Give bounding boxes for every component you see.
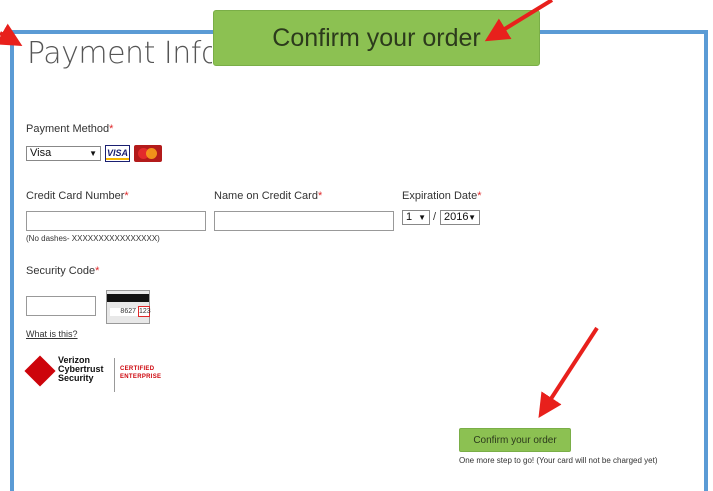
expiration-year-value: 2016 [444, 211, 469, 223]
dropdown-arrow-icon: ▼ [468, 213, 476, 222]
required-mark: * [477, 190, 482, 202]
dropdown-arrow-icon: ▼ [89, 149, 97, 158]
required-mark: * [95, 265, 100, 277]
frame-right [704, 30, 708, 491]
frame-top-left [10, 30, 213, 34]
required-mark: * [124, 190, 129, 202]
logo-name: Verizon Cybertrust Security [58, 356, 104, 383]
card-cvv-digits: 123 [138, 306, 151, 317]
expiration-separator: / [433, 211, 437, 223]
expiration-date-label-text: Expiration Date [402, 190, 478, 202]
security-code-label-text: Security Code [26, 265, 96, 277]
payment-method-label: Payment Method* [26, 123, 113, 135]
logo-divider [114, 358, 115, 392]
expiration-month-value: 1 [406, 211, 413, 223]
dropdown-arrow-icon: ▼ [418, 213, 426, 222]
cert-line-2: ENTERPRISE [120, 374, 162, 380]
name-on-card-input[interactable] [214, 211, 394, 231]
confirm-order-button[interactable]: Confirm your order [459, 428, 571, 452]
expiration-year-select[interactable]: 2016 ▼ [440, 210, 480, 225]
cvv-card-illustration: 8627 123 [106, 290, 151, 324]
red-diamond-icon [24, 355, 56, 387]
cert-line-1: CERTIFIED [120, 366, 155, 372]
payment-method-value: Visa [30, 147, 52, 159]
payment-method-label-text: Payment Method [26, 123, 110, 135]
arrow-bottom [538, 326, 599, 419]
card-number-label: Credit Card Number* [26, 190, 129, 202]
security-code-label: Security Code* [26, 265, 99, 277]
card-number-hint: (No dashes- XXXXXXXXXXXXXXXX) [26, 234, 160, 243]
expiration-date-label: Expiration Date* [402, 190, 482, 202]
name-on-card-label: Name on Credit Card* [214, 190, 322, 202]
card-number-label-text: Credit Card Number [26, 190, 125, 202]
payment-method-select[interactable]: Visa ▼ [26, 146, 101, 161]
card-magnetic-stripe [107, 294, 149, 302]
logo-line-3: Security [58, 373, 94, 383]
frame-top-right [540, 30, 708, 34]
required-mark: * [317, 190, 323, 202]
visa-card-icon: VISA [105, 145, 130, 162]
mastercard-icon [134, 145, 162, 162]
logo-certification: CERTIFIED ENTERPRISE [120, 365, 161, 381]
what-is-this-link[interactable]: What is this? [26, 329, 78, 339]
required-mark: * [109, 123, 114, 135]
name-on-card-label-text: Name on Credit Card [214, 190, 318, 202]
page-title: Payment Inforr [27, 36, 212, 71]
frame-left [10, 30, 14, 491]
verizon-cybertrust-logo: Verizon Cybertrust Security CERTIFIED EN… [24, 355, 161, 396]
security-code-input[interactable] [26, 296, 96, 316]
confirm-note: One more step to go! (Your card will not… [459, 456, 658, 465]
card-number-input[interactable] [26, 211, 206, 231]
annotation-arrows [0, 0, 599, 419]
expiration-month-select[interactable]: 1 ▼ [402, 210, 430, 225]
card-signature-digits: 8627 [110, 308, 138, 316]
confirm-order-callout: Confirm your order [213, 10, 540, 66]
